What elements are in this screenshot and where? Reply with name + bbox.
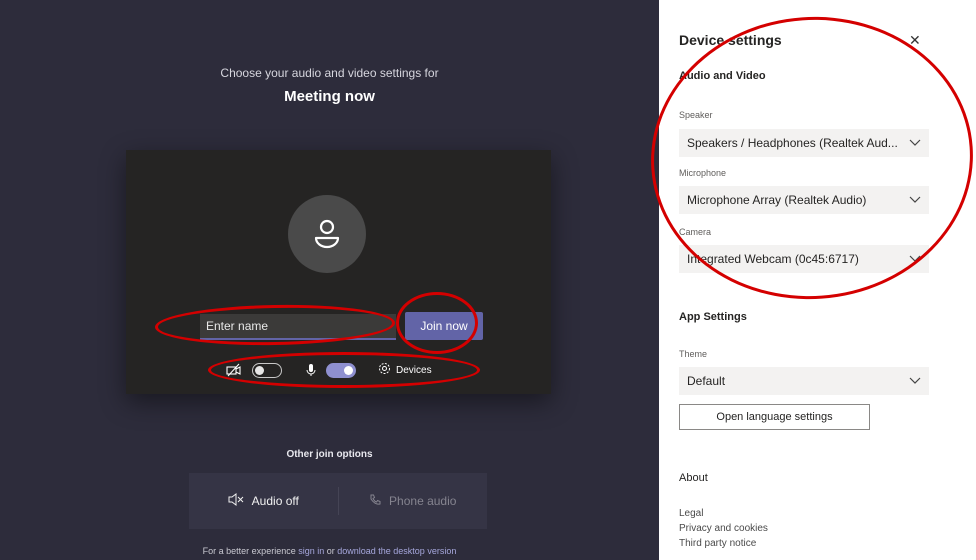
microphone-label: Microphone [679, 168, 727, 178]
camera-dropdown[interactable]: Integrated Webcam (0c45:6717) [679, 245, 929, 273]
legal-link[interactable]: Legal [679, 508, 703, 519]
chevron-down-icon [909, 374, 921, 388]
phone-audio-label: Phone audio [389, 494, 457, 508]
name-input[interactable] [200, 314, 396, 340]
close-icon[interactable]: ✕ [909, 32, 921, 49]
footer-middle: or [324, 546, 338, 556]
device-settings-title: Device settings [679, 32, 782, 48]
avatar [288, 195, 366, 273]
microphone-value: Microphone Array (Realtek Audio) [687, 193, 867, 207]
gear-icon [378, 362, 391, 378]
chevron-down-icon [909, 193, 921, 207]
speaker-off-icon [228, 493, 244, 509]
audio-off-label: Audio off [251, 494, 299, 508]
microphone-toggle[interactable] [326, 362, 356, 378]
other-join-options-title: Other join options [286, 449, 373, 460]
speaker-label: Speaker [679, 110, 713, 120]
camera-label: Camera [679, 227, 712, 237]
camera-value: Integrated Webcam (0c45:6717) [687, 252, 859, 266]
devices-button[interactable]: Devices [378, 362, 432, 378]
sign-in-link[interactable]: sign in [298, 546, 324, 556]
microphone-icon [306, 363, 316, 377]
video-preview: Join now [126, 150, 551, 394]
privacy-cookies-link[interactable]: Privacy and cookies [679, 523, 768, 534]
microphone-toggle-knob [344, 365, 353, 375]
join-now-button[interactable]: Join now [405, 312, 483, 340]
download-desktop-link[interactable]: download the desktop version [337, 546, 456, 556]
open-language-settings-button[interactable]: Open language settings [679, 404, 870, 430]
audio-off-option[interactable]: Audio off [189, 473, 338, 529]
speaker-value: Speakers / Headphones (Realtek Aud... [687, 136, 898, 150]
phone-icon [369, 494, 381, 509]
av-controls: Devices [226, 358, 466, 382]
microphone-dropdown[interactable]: Microphone Array (Realtek Audio) [679, 186, 929, 214]
device-settings-panel: Device settings ✕ Audio and Video Speake… [659, 0, 976, 560]
prejoin-screen: Choose your audio and video settings for… [0, 0, 659, 560]
chevron-down-icon [909, 136, 921, 150]
app-settings-heading: App Settings [679, 311, 747, 323]
audio-video-heading: Audio and Video [679, 70, 766, 82]
speaker-dropdown[interactable]: Speakers / Headphones (Realtek Aud... [679, 129, 929, 157]
footer-text: For a better experience sign in or downl… [0, 546, 659, 556]
theme-value: Default [687, 374, 726, 388]
theme-label: Theme [679, 349, 708, 359]
camera-off-icon [226, 363, 242, 377]
devices-label: Devices [396, 364, 432, 376]
meeting-title: Meeting now [284, 88, 375, 105]
third-party-notice-link[interactable]: Third party notice [679, 538, 756, 549]
about-heading: About [679, 472, 708, 484]
choose-settings-text: Choose your audio and video settings for [220, 66, 439, 80]
theme-dropdown[interactable]: Default [679, 367, 929, 395]
phone-audio-option[interactable]: Phone audio [337, 487, 488, 515]
camera-toggle[interactable] [252, 362, 282, 378]
person-icon [314, 219, 340, 249]
camera-toggle-knob [255, 365, 264, 375]
footer-prefix: For a better experience [202, 546, 299, 556]
other-join-options: Audio off Phone audio [189, 473, 487, 529]
chevron-down-icon [909, 252, 921, 266]
